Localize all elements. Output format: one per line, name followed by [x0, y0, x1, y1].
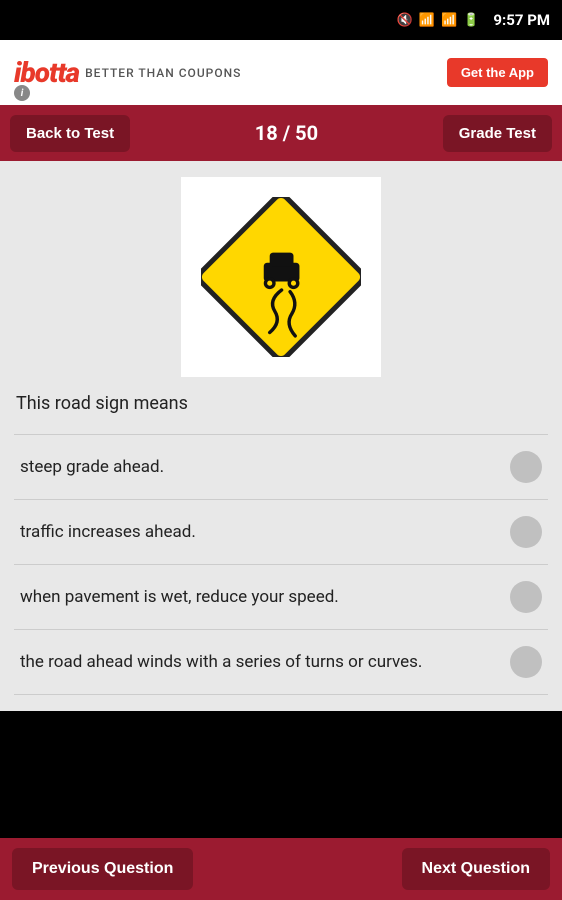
battery-icon: 🔋: [463, 13, 479, 28]
radio-circle-1[interactable]: [510, 451, 542, 483]
ad-get-app-button[interactable]: Get the App: [447, 58, 548, 87]
bottom-nav: Previous Question Next Question: [0, 838, 562, 900]
question-counter: 18 / 50: [255, 121, 318, 145]
answer-option-4[interactable]: the road ahead winds with a series of tu…: [14, 630, 548, 695]
radio-circle-2[interactable]: [510, 516, 542, 548]
previous-question-button[interactable]: Previous Question: [12, 848, 193, 890]
grade-test-button[interactable]: Grade Test: [443, 115, 552, 152]
answer-option-3[interactable]: when pavement is wet, reduce your speed.: [14, 565, 548, 630]
next-question-button[interactable]: Next Question: [402, 848, 550, 890]
answer-text-1: steep grade ahead.: [20, 456, 510, 479]
status-bar: 🔇 📶 📶 🔋 9:57 PM: [0, 0, 562, 40]
ad-tagline: BETTER THAN COUPONS: [85, 66, 241, 80]
ad-logo: ibotta: [14, 56, 79, 89]
ad-info-icon[interactable]: i: [14, 85, 30, 101]
radio-circle-4[interactable]: [510, 646, 542, 678]
back-to-test-button[interactable]: Back to Test: [10, 115, 130, 152]
signal-icon: 📶: [441, 13, 457, 28]
answers-container: steep grade ahead. traffic increases ahea…: [14, 434, 548, 695]
ad-left: ibotta BETTER THAN COUPONS: [14, 56, 241, 89]
answer-text-2: traffic increases ahead.: [20, 521, 510, 544]
radio-circle-3[interactable]: [510, 581, 542, 613]
answer-text-4: the road ahead winds with a series of tu…: [20, 651, 510, 674]
top-nav: Back to Test 18 / 50 Grade Test: [0, 105, 562, 161]
silent-icon: 🔇: [397, 13, 413, 28]
wifi-icon: 📶: [419, 13, 435, 28]
status-icons: 🔇 📶 📶 🔋 9:57 PM: [397, 11, 550, 29]
slippery-road-sign: [201, 197, 361, 357]
answer-text-3: when pavement is wet, reduce your speed.: [20, 586, 510, 609]
question-text: This road sign means: [14, 393, 548, 414]
status-time: 9:57 PM: [493, 11, 550, 29]
main-content: This road sign means steep grade ahead. t…: [0, 161, 562, 711]
sign-image-box: [181, 177, 381, 377]
sign-container: [14, 177, 548, 377]
answer-option-1[interactable]: steep grade ahead.: [14, 434, 548, 500]
answer-option-2[interactable]: traffic increases ahead.: [14, 500, 548, 565]
ad-banner: ibotta BETTER THAN COUPONS Get the App i: [0, 40, 562, 105]
